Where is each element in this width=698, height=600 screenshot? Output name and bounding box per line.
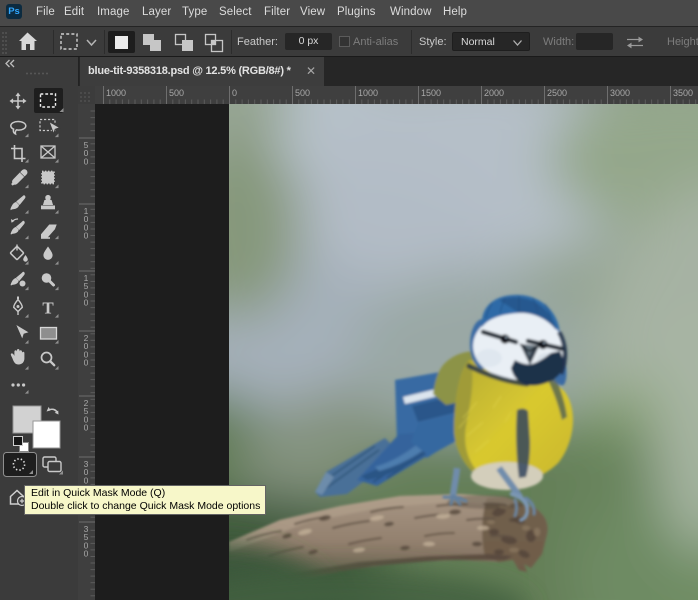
svg-text:0: 0 [84, 298, 89, 308]
svg-text:0: 0 [84, 156, 89, 166]
svg-text:1500: 1500 [421, 88, 441, 98]
svg-text:0: 0 [84, 423, 89, 433]
svg-text:3000: 3000 [610, 88, 630, 98]
svg-text:1000: 1000 [106, 88, 126, 98]
svg-text:0: 0 [84, 358, 89, 368]
svg-text:0: 0 [84, 231, 89, 241]
svg-text:500: 500 [169, 88, 184, 98]
svg-text:0: 0 [84, 549, 89, 559]
svg-text:2000: 2000 [484, 88, 504, 98]
svg-text:2500: 2500 [547, 88, 567, 98]
svg-text:3500: 3500 [673, 88, 693, 98]
svg-text:T: T [42, 299, 54, 318]
svg-text:500: 500 [295, 88, 310, 98]
svg-text:0: 0 [232, 88, 237, 98]
svg-text:1000: 1000 [358, 88, 378, 98]
